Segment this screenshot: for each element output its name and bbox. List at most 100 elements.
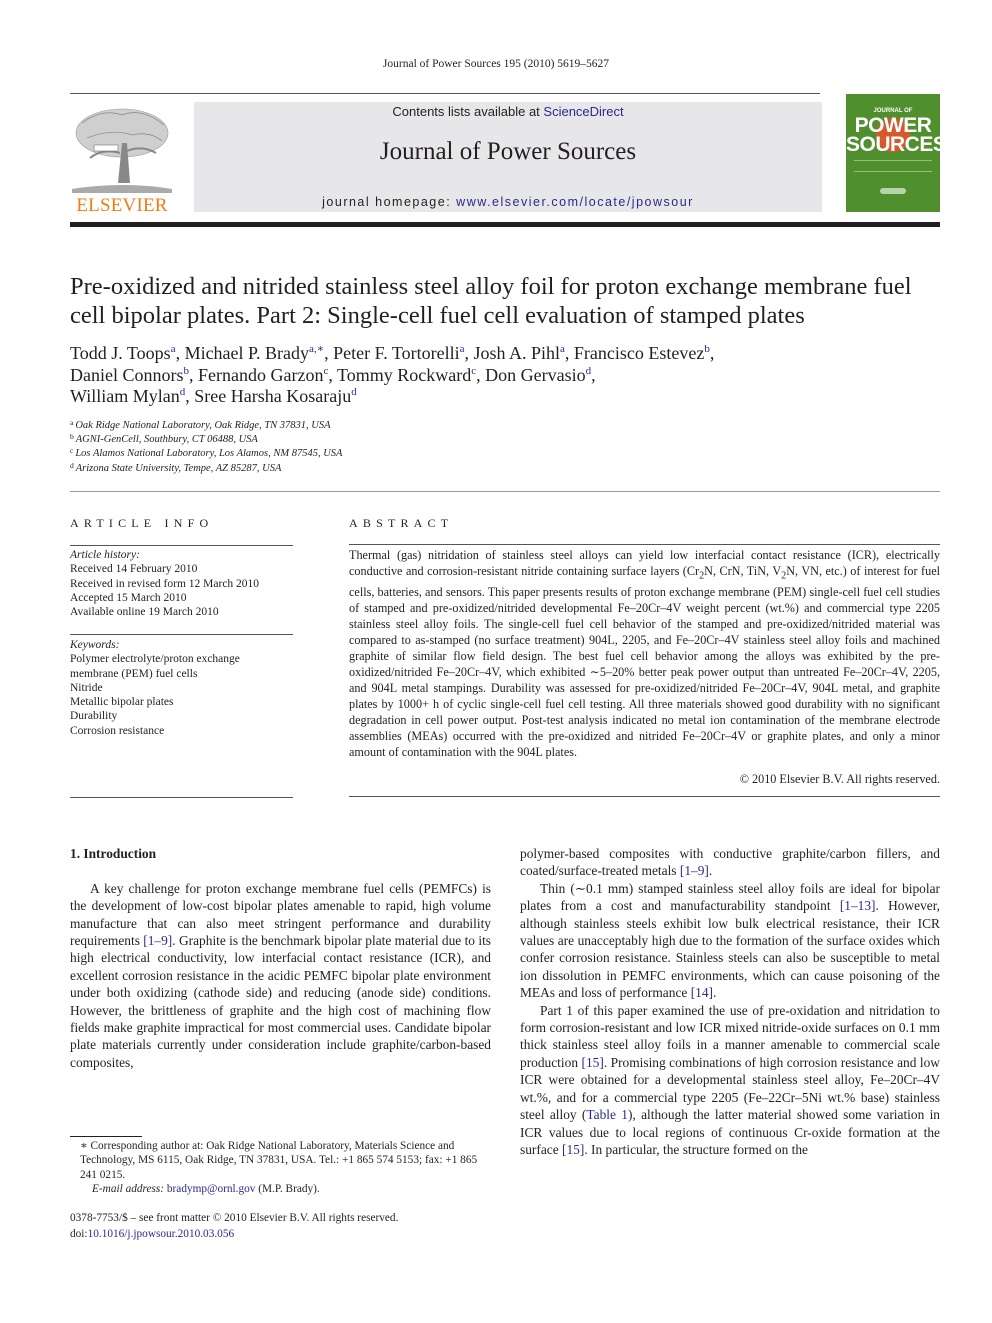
affiliation-item: d Arizona State University, Tempe, AZ 852… (70, 460, 670, 476)
citation-link[interactable]: [15] (582, 1055, 604, 1070)
contents-prefix: Contents lists available at (392, 104, 544, 119)
abstract-text: Thermal (gas) nitridation of stainless s… (349, 547, 940, 760)
journal-title: Journal of Power Sources (379, 138, 637, 165)
author-name: Francisco Estevez (573, 343, 705, 363)
corresponding-author-text: ∗ Corresponding author at: Oak Ridge Nat… (80, 1140, 478, 1181)
affiliation-marker[interactable]: a,∗ (309, 343, 324, 355)
elsevier-wordmark: ELSEVIER (76, 195, 168, 216)
paragraph: A key challenge for proton exchange memb… (70, 880, 491, 1071)
text-segment: . (708, 863, 713, 879)
affiliation-text: AGNI-GenCell, Southbury, CT 06488, USA (75, 434, 258, 446)
author-name: Todd J. Toops (70, 343, 171, 363)
top-divider (70, 93, 820, 94)
article-info-bottom-divider (70, 797, 293, 798)
doi-link[interactable]: 10.1016/j.jpowsour.2010.03.056 (88, 1228, 235, 1240)
keyword-item: Durability (70, 710, 118, 723)
elsevier-logo[interactable]: ELSEVIER (70, 103, 174, 216)
affiliation-key: a (70, 418, 74, 427)
author-separator: , (324, 343, 334, 363)
article-history: Article history: Received 14 February 20… (70, 548, 300, 619)
sciencedirect-link[interactable]: ScienceDirect (543, 104, 623, 119)
footnote-divider (70, 1136, 142, 1137)
email-suffix: (M.P. Brady). (255, 1182, 320, 1195)
history-item: Accepted 15 March 2010 (70, 591, 187, 604)
table-link[interactable]: Table 1 (586, 1107, 628, 1122)
cover-subtitle (854, 160, 932, 172)
text-segment: . Graphite is the benchmark bipolar plat… (70, 933, 492, 1070)
journal-homepage-link[interactable]: www.elsevier.com/locate/jpowsour (456, 195, 694, 209)
email-line: E-mail address: bradymp@ornl.gov (M.P. B… (70, 1182, 495, 1196)
affiliation-item: c Los Alamos National Laboratory, Los Ala… (70, 447, 670, 461)
author-separator: , (185, 386, 195, 406)
affiliation-item: a Oak Ridge National Laboratory, Oak Ridg… (70, 419, 670, 433)
abstract-segment: N, CrN, TiN, V (704, 564, 782, 578)
affiliation-text: Oak Ridge National Laboratory, Oak Ridge… (75, 420, 331, 431)
author-separator: , (591, 364, 596, 385)
keyword-item: Polymer electrolyte/proton exchange memb… (70, 653, 240, 680)
history-label: Article history: (70, 549, 140, 561)
paragraph: Thin (∼0.1 mm) stamped stainless steel a… (520, 880, 940, 1002)
corresponding-author-footnote: ∗ Corresponding author at: Oak Ridge Nat… (70, 1139, 495, 1196)
citation-link[interactable]: [14] (691, 985, 713, 1000)
keywords: Keywords: Polymer electrolyte/proton exc… (70, 638, 300, 738)
keywords-divider (70, 634, 293, 635)
contents-line: Contents lists available at ScienceDirec… (194, 104, 822, 119)
body-column-left: 1. Introduction A key challenge for prot… (70, 845, 491, 1071)
issn-line: 0378-7753/$ – see front matter © 2010 El… (70, 1212, 399, 1224)
author-name: Daniel Connors (70, 364, 184, 385)
citation-link[interactable]: [15] (562, 1142, 584, 1157)
author-separator: , (328, 364, 338, 385)
author-separator: , (175, 343, 185, 363)
affiliation-key: c (70, 446, 74, 456)
author-name: Michael P. Brady (184, 343, 310, 363)
author-name: Don Gervasio (485, 364, 586, 385)
paragraph: polymer-based composites with conductive… (520, 845, 940, 880)
author-name: Fernando Garzon (197, 364, 324, 385)
paragraph: Part 1 of this paper examined the use of… (520, 1002, 940, 1159)
journal-cover-image[interactable]: JOURNAL OF POWER SOURCES (846, 94, 940, 212)
affiliation-text: Los Alamos National Laboratory, Los Alam… (75, 448, 343, 460)
running-head: Journal of Power Sources 195 (2010) 5619… (382, 58, 610, 70)
front-matter: 0378-7753/$ – see front matter © 2010 El… (70, 1211, 500, 1242)
abstract-copyright: © 2010 Elsevier B.V. All rights reserved… (739, 772, 940, 786)
affiliation-marker[interactable]: d (351, 386, 357, 398)
affiliation-key: d (70, 460, 74, 470)
doi-line: doi:10.1016/j.jpowsour.2010.03.056 (70, 1227, 500, 1243)
citation-link[interactable]: [1–9] (143, 933, 172, 948)
abstract-heading: ABSTRACT (349, 516, 454, 530)
abstract-bottom-divider (349, 796, 940, 797)
header-thick-divider (70, 222, 940, 227)
keyword-item: Nitride (70, 681, 103, 694)
keyword-item: Metallic bipolar plates (70, 696, 174, 709)
email-link[interactable]: bradymp@ornl.gov (167, 1183, 256, 1195)
keyword-item: Corrosion resistance (70, 724, 165, 737)
text-segment: polymer-based composites with conductive… (520, 846, 940, 879)
author-name: Tommy Rockward (337, 364, 472, 385)
history-item: Received 14 February 2010 (70, 563, 198, 576)
article-info-heading: ARTICLE INFO (70, 516, 214, 530)
homepage-line: journal homepage: www.elsevier.com/locat… (194, 195, 822, 209)
affiliation-list: a Oak Ridge National Laboratory, Oak Ridg… (70, 419, 670, 476)
homepage-prefix: journal homepage: (322, 195, 457, 209)
author-separator: , (476, 364, 486, 385)
citation-link[interactable]: [1–13] (840, 898, 876, 913)
author-name: Peter F. Tortorelli (333, 343, 460, 363)
article-info-divider (70, 545, 293, 546)
author-separator: , (709, 343, 715, 363)
citation-link[interactable]: [1–9] (680, 863, 709, 878)
abstract-segment: N, VN, etc.) of interest for fuel cells,… (349, 564, 940, 760)
cover-publisher-mark (880, 188, 906, 194)
text-segment: . (713, 985, 717, 1001)
author-separator: , (564, 343, 574, 363)
author-list: Todd J. Toopsa, Michael P. Bradya,∗, Pet… (70, 343, 940, 408)
doi-prefix: doi: (70, 1227, 88, 1240)
affiliation-item: b AGNI-GenCell, Southbury, CT 06488, USA (70, 433, 670, 447)
elsevier-tree-icon (72, 108, 172, 193)
author-name: Sree Harsha Kosaraju (194, 386, 352, 406)
abstract-divider (349, 544, 940, 545)
body-column-right: polymer-based composites with conductive… (520, 845, 940, 1158)
author-separator: , (188, 364, 198, 385)
history-item: Available online 19 March 2010 (70, 606, 219, 619)
author-name: William Mylan (70, 386, 180, 406)
author-separator: , (464, 343, 474, 363)
